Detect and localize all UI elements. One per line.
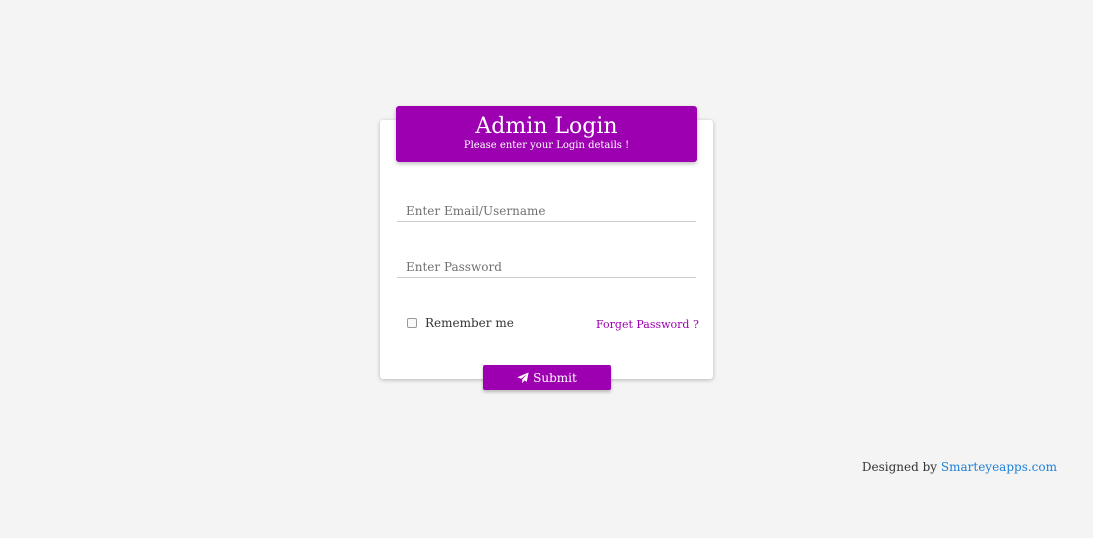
- remember-label: Remember me: [425, 316, 514, 330]
- password-field[interactable]: [397, 256, 696, 278]
- forget-password-link[interactable]: Forget Password ?: [596, 318, 699, 331]
- login-header: Admin Login Please enter your Login deta…: [396, 106, 697, 162]
- footer-link[interactable]: Smarteyeapps.com: [941, 460, 1057, 474]
- footer-prefix: Designed by: [861, 460, 938, 474]
- submit-button[interactable]: Submit: [483, 365, 611, 390]
- footer-credit: Designed by Smarteyeapps.com: [862, 460, 1057, 474]
- paper-plane-icon: [517, 371, 529, 384]
- remember-checkbox[interactable]: [407, 318, 417, 328]
- remember-me[interactable]: Remember me: [407, 316, 514, 330]
- email-field[interactable]: [397, 200, 696, 222]
- page-subtitle: Please enter your Login details !: [463, 140, 630, 151]
- submit-label: Submit: [533, 370, 577, 385]
- page-title: Admin Login: [475, 114, 618, 139]
- login-page: Admin Login Please enter your Login deta…: [0, 0, 1093, 538]
